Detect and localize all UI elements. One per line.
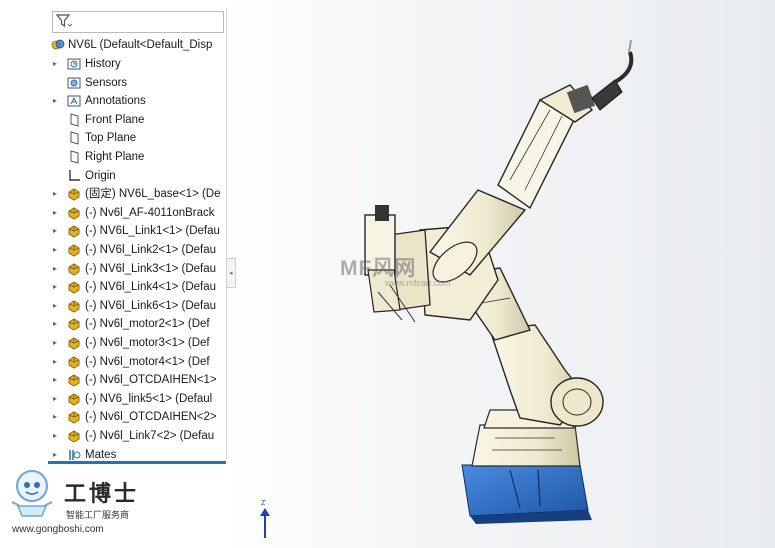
sensors-icon [67,76,81,90]
expand-arrow-icon[interactable]: ▸ [53,315,59,333]
robot-mascot-icon [11,470,53,517]
tree-item-nv6l-otcdaihen-2[interactable]: ▸ (-) Nv6l_OTCDAIHEN<2> [48,408,226,426]
tree-filter-input[interactable] [52,11,224,33]
tree-item-label: (-) Nv6l_Link7<2> (Defau [85,430,215,442]
tree-item-label: Top Plane [85,132,137,145]
part-icon [67,280,81,294]
annotations-icon [67,94,81,108]
tree-item-sensors[interactable]: Sensors [48,74,226,92]
logo-watermark: 工博士 智能工厂服务商 www.gongboshi.com [8,466,158,542]
tree-item-label: (-) Nv6l_motor2<1> (Def [85,318,210,331]
expand-arrow-icon[interactable]: ▸ [53,334,59,352]
expand-arrow-icon[interactable]: ▸ [53,278,59,296]
tree-item-nv6-link5-1-defaul[interactable]: ▸ (-) NV6_link5<1> (Defaul [48,390,226,408]
tree-item-top-plane[interactable]: Top Plane [48,129,226,147]
tree-item-nv6l-link3-1-defau[interactable]: ▸ (-) NV6l_Link3<1> (Defau [48,260,226,278]
logo-title: 工博士 [64,481,140,507]
expand-arrow-icon[interactable]: ▸ [53,408,59,426]
tree-selection-bar [48,461,226,464]
tree-item-nv6l-af-4011onbrack[interactable]: ▸ (-) Nv6l_AF-4011onBrack [48,204,226,222]
part-icon [67,224,81,238]
part-icon [67,243,81,257]
part-icon [67,410,81,424]
tree-item-label: (-) Nv6l_OTCDAIHEN<1> [85,374,217,387]
expand-arrow-icon[interactable]: ▸ [53,371,59,389]
tree-item-label: (-) Nv6l_motor4<1> (Def [85,355,210,368]
filter-icon[interactable] [55,14,73,33]
tree-item-label: (-) NV6L_Link1<1> (Defau [85,225,220,238]
tree-item-label: (-) NV6l_Link6<1> (Defau [85,299,217,312]
expand-arrow-icon[interactable]: ▸ [53,390,59,408]
part-icon [67,429,81,443]
tree-item-label: Sensors [85,76,128,89]
tree-item-label: Right Plane [85,151,145,163]
panel-splitter-handle[interactable]: ◂ [226,258,236,288]
tree-item-history[interactable]: ▸ History [48,55,226,73]
plane-icon [67,113,81,127]
expand-arrow-icon[interactable]: ▸ [53,222,59,240]
tree-item-label: (-) Nv6l_OTCDAIHEN<2> [85,411,217,424]
logo-subtitle: 智能工厂服务商 [66,510,130,520]
tree-item-nv6l-motor4-1-def[interactable]: ▸ (-) Nv6l_motor4<1> (Def [48,353,226,371]
tree-item-label: (固定) NV6L_base<1> (De [85,188,221,201]
tree-item-label: (-) NV6l_Link2<1> (Defau [85,244,217,256]
assembly-root-node[interactable]: NV6L (Default<Default_Disp [48,36,226,54]
tree-item-label: Front Plane [85,113,145,126]
tree-item-label: (-) NV6l_Link4<1> (Defau [85,281,217,294]
tree-item-nv6l-link1-1-defau[interactable]: ▸ (-) NV6L_Link1<1> (Defau [48,222,226,240]
expand-arrow-icon[interactable]: ▸ [53,55,59,73]
tree-item-label: History [85,58,121,70]
tree-item-label: (-) NV6_link5<1> (Defaul [85,392,213,405]
plane-icon [67,150,81,164]
part-icon [67,262,81,276]
mates-icon [67,448,81,462]
origin-icon [67,169,81,183]
tree-item-label: Origin [85,169,116,182]
tree-item-nv6l-otcdaihen-1[interactable]: ▸ (-) Nv6l_OTCDAIHEN<1> [48,371,226,389]
splitter-grip-icon: ◂ [229,270,233,277]
tree-item-nv6l-motor3-1-def[interactable]: ▸ (-) Nv6l_motor3<1> (Def [48,334,226,352]
feature-tree-panel: NV6L (Default<Default_Disp ▸ History Senso… [48,8,227,462]
tree-item-right-plane[interactable]: Right Plane [48,148,226,166]
part-icon [67,373,81,387]
tree-item-nv6l-link2-1-defau[interactable]: ▸ (-) NV6l_Link2<1> (Defau [48,241,226,259]
tree-item-label: (-) Nv6l_motor3<1> (Def [85,337,210,349]
tree-item-annotations[interactable]: ▸ Annotations [48,92,226,110]
assembly-icon [51,38,65,52]
expand-arrow-icon[interactable]: ▸ [53,427,59,445]
expand-arrow-icon[interactable]: ▸ [53,185,59,203]
tree-item-label: Annotations [85,95,146,108]
expand-arrow-icon[interactable]: ▸ [53,92,59,110]
part-icon [67,392,81,406]
expand-arrow-icon[interactable]: ▸ [53,353,59,371]
plane-icon [67,131,81,146]
assembly-root-label: NV6L (Default<Default_Disp [68,39,213,51]
part-icon [67,299,81,313]
tree-item-front-plane[interactable]: Front Plane [48,111,226,129]
part-icon [67,317,81,331]
expand-arrow-icon[interactable]: ▸ [53,297,59,315]
part-icon [67,206,81,220]
tree-item-nv6l-motor2-1-def[interactable]: ▸ (-) Nv6l_motor2<1> (Def [48,315,226,333]
tree-item-label: (-) Nv6l_AF-4011onBrack [85,206,215,219]
triad-z-label: Z [261,500,266,507]
tree-item-nv6l-link4-1-defau[interactable]: ▸ (-) NV6l_Link4<1> (Defau [48,278,226,296]
part-icon [67,336,81,350]
tree-item-nv6l-link6-1-defau[interactable]: ▸ (-) NV6l_Link6<1> (Defau [48,297,226,315]
logo-url: www.gongboshi.com [12,524,104,535]
tree-item-nv6l-link7-2-defau[interactable]: ▸ (-) Nv6l_Link7<2> (Defau [48,427,226,445]
history-icon [67,57,81,71]
expand-arrow-icon[interactable]: ▸ [53,204,59,222]
expand-arrow-icon[interactable]: ▸ [53,241,59,259]
part-icon [67,355,81,369]
center-watermark-url: www.mfcad.com [385,278,451,288]
tree-item-label: (-) NV6l_Link3<1> (Defau [85,262,217,275]
part-icon [67,187,81,201]
tree-item-origin[interactable]: Origin [48,167,226,185]
expand-arrow-icon[interactable]: ▸ [53,260,59,278]
tree-item-nv6l-base-1-de[interactable]: ▸ (固定) NV6L_base<1> (De [48,185,226,203]
